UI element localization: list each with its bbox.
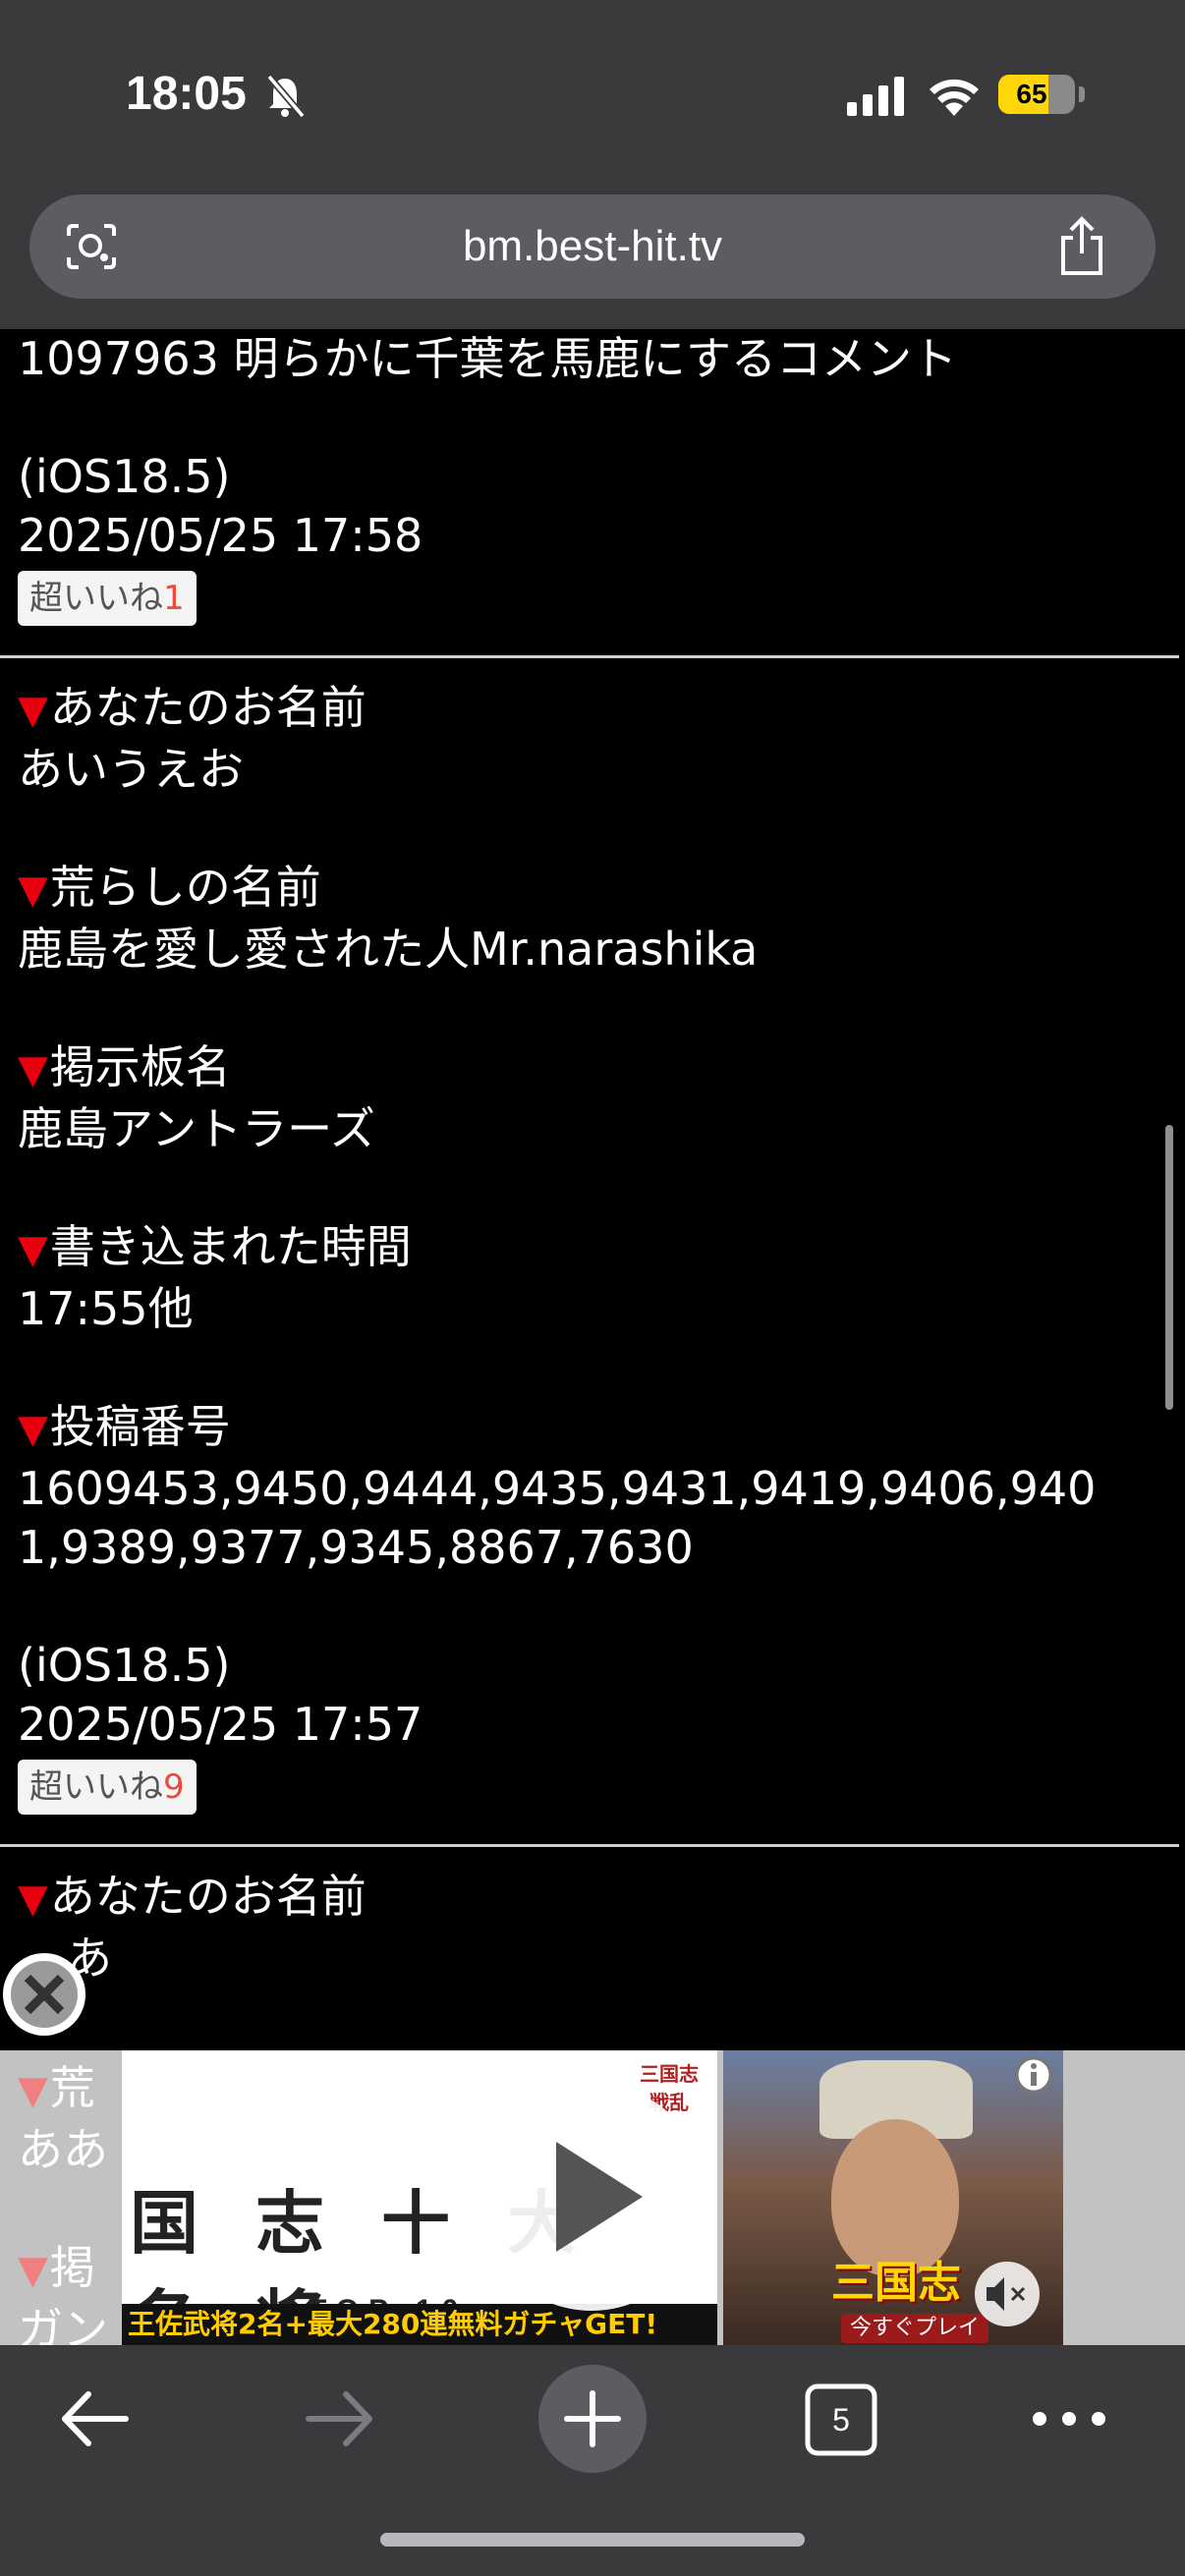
field-value: 1,9389,9377,9345,8867,7630 [18,1521,694,1574]
home-indicator[interactable] [380,2533,805,2547]
forward-arrow-icon[interactable] [301,2384,379,2453]
battery-level: 65 [1016,79,1047,109]
triangle-marker-icon: ▼ [18,868,48,913]
triangle-marker-icon: ▼ [18,1876,48,1922]
triangle-marker-icon: ▼ [18,1227,48,1272]
new-tab-button[interactable] [538,2365,647,2473]
browser-top-chrome: 18:05 65 bm.best-hit.tv [0,0,1185,329]
post-date: 2025/05/25 17:58 [18,509,423,562]
bell-slash-icon [266,74,306,119]
triangle-marker-icon: ▼ [18,688,48,733]
field-value: ああ [18,2123,108,2176]
field-label: ▼書き込まれた時間 [18,1220,412,1273]
super-like-label: 超いいね [29,579,163,618]
tabs-button[interactable]: 5 [802,2380,880,2459]
post-2: ▼あなたのお名前 あいうえお ▼荒らしの名前 鹿島を愛し愛された人Mr.nara… [0,678,1185,1815]
battery-icon: 65 [998,75,1075,114]
triangle-marker-icon: ▼ [18,1407,48,1452]
more-icon[interactable] [1030,2404,1108,2434]
post-1: 1097963 明らかに千葉を馬鹿にするコメント (iOS18.5) 2025/… [0,329,1185,626]
post-divider [0,1844,1179,1847]
obscured-content: ▼荒 ああ ▼掲 ガン [18,2050,136,2345]
post-date: 2025/05/25 17:57 [18,1698,423,1751]
battery-tip [1079,86,1085,102]
ad-play-now-button[interactable]: 今すぐプレイ [841,2314,988,2343]
super-like-button[interactable]: 超いいね9 [18,1760,197,1815]
status-time: 18:05 [126,68,247,120]
post-comment: 1097963 明らかに千葉を馬鹿にするコメント [18,332,957,385]
post-device: (iOS18.5) [18,450,231,503]
super-like-count: 1 [163,579,185,618]
url-bar[interactable]: bm.best-hit.tv [29,195,1156,299]
wifi-icon [930,79,979,116]
field-value: 鹿島を愛し愛された人Mr.narashika [18,923,759,976]
field-value: あ [67,1932,112,1985]
super-like-label: 超いいね [29,1767,163,1807]
field-label: ▼投稿番号 [18,1400,231,1453]
field-value: 17:55他 [18,1282,194,1335]
triangle-marker-icon: ▼ [18,2248,48,2293]
mute-icon[interactable] [973,2260,1042,2328]
triangle-marker-icon: ▼ [18,1047,48,1092]
field-value: 1609453,9450,9444,9435,9431,9419,9406,94… [18,1462,1097,1515]
close-icon[interactable] [0,1950,88,2039]
field-value: ガン [18,2303,108,2345]
field-value: あいうえお [18,743,244,796]
plus-icon [564,2390,621,2447]
super-like-count: 9 [163,1767,185,1807]
super-like-button[interactable]: 超いいね1 [18,571,197,626]
field-label: ▼あなたのお名前 [18,1870,367,1923]
share-icon[interactable] [1057,216,1106,277]
scroll-indicator[interactable] [1165,1125,1173,1410]
post-3: ▼あなたのお名前 あ [0,1867,1185,1988]
page-content[interactable]: 1097963 明らかに千葉を馬鹿にするコメント (iOS18.5) 2025/… [0,329,1185,2050]
back-arrow-icon[interactable] [55,2384,134,2453]
play-icon[interactable] [476,2081,707,2313]
info-icon[interactable] [1014,2055,1053,2095]
cellular-signal-icon [847,77,904,116]
field-label: ▼掲示板名 [18,1040,231,1093]
field-value: 鹿島アントラーズ [18,1102,375,1155]
triangle-marker-icon: ▼ [18,2068,48,2113]
post-divider [0,655,1179,658]
field-label: ▼あなたのお名前 [18,681,367,734]
url-text[interactable]: bm.best-hit.tv [29,195,1156,299]
post-device: (iOS18.5) [18,1639,231,1692]
tabs-count: 5 [832,2402,850,2437]
field-label: ▼荒らしの名前 [18,861,321,914]
